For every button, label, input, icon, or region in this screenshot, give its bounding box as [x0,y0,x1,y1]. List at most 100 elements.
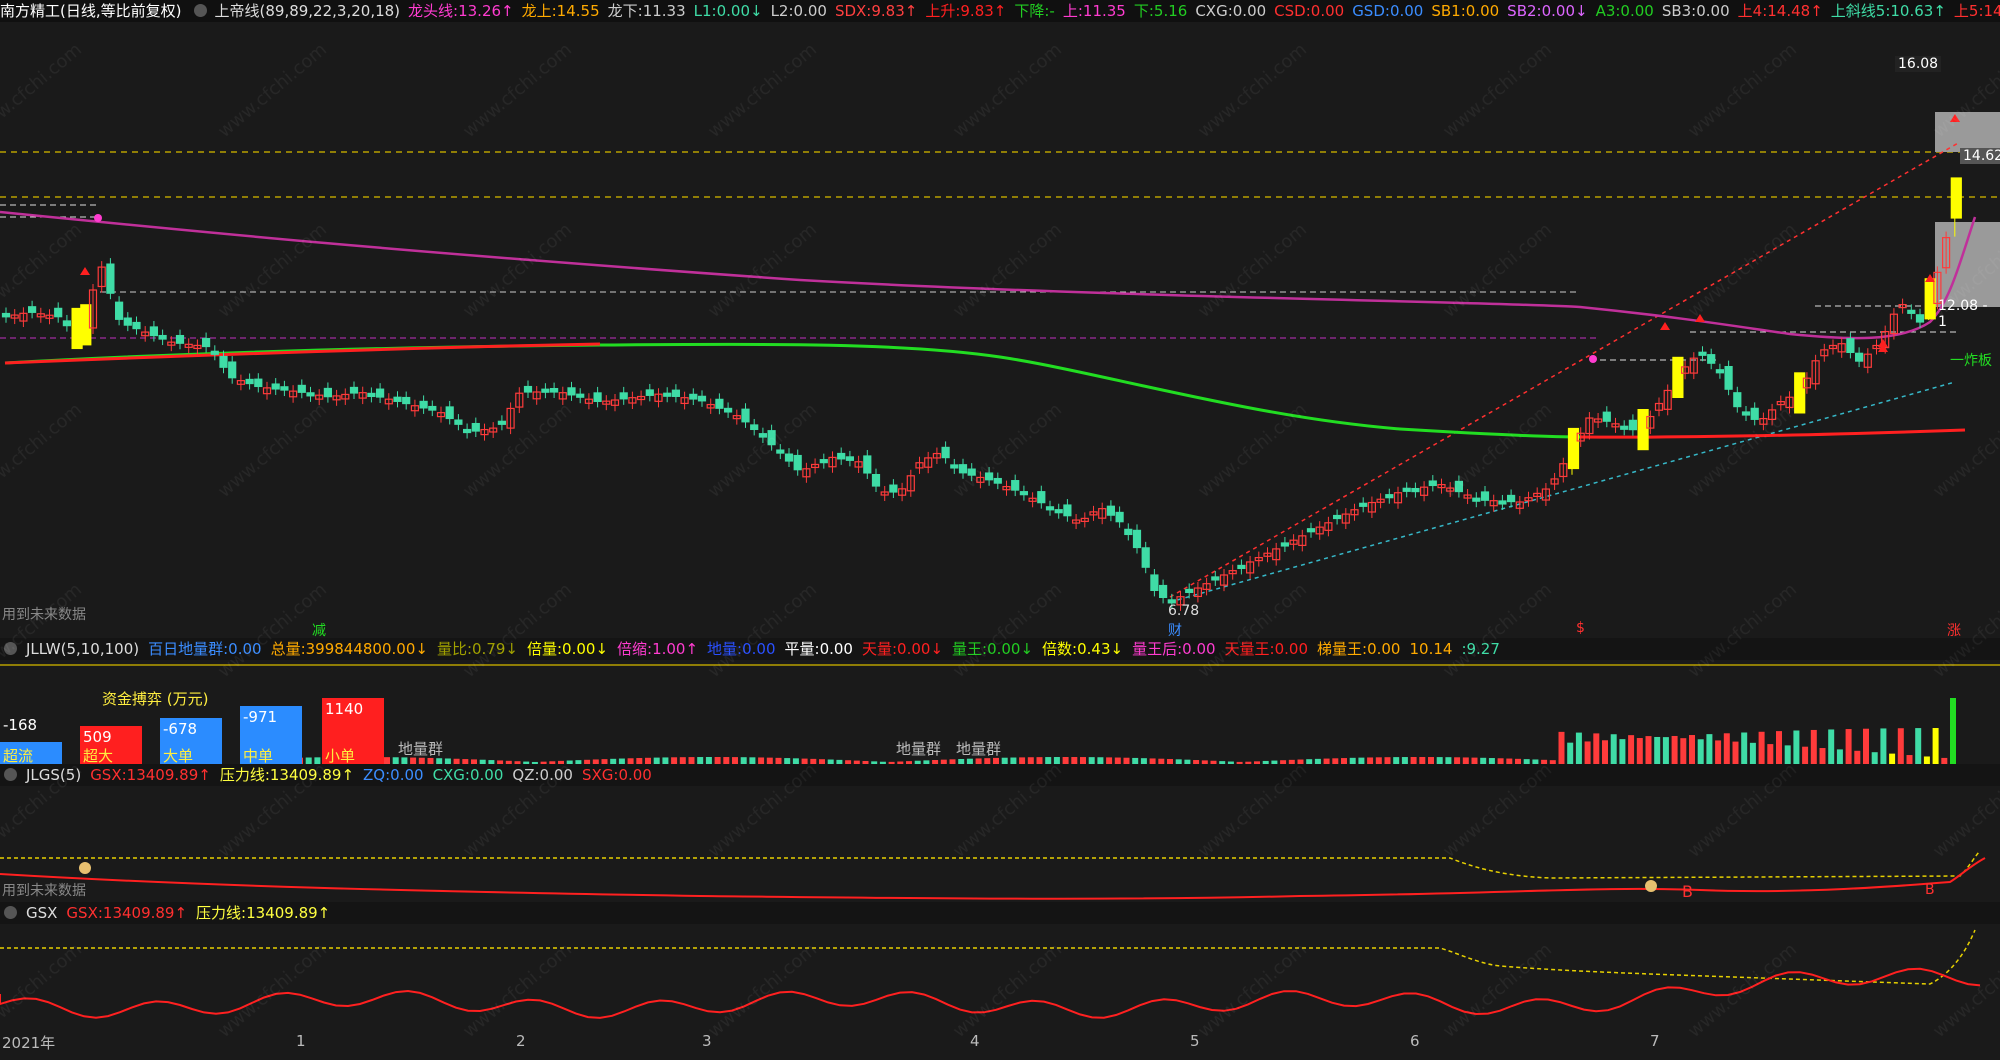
volume-bar [1036,757,1043,764]
title_bar-item-value: 0.00↓ [1541,2,1588,20]
pressure-line [0,929,1976,985]
volume-bar [1819,748,1826,764]
panel-settings-icon[interactable] [4,642,17,655]
candle-body [1733,392,1742,408]
sign-zhang: 涨 [1947,623,1961,639]
candle-body [1019,491,1029,496]
jlgs-chart[interactable] [0,786,2000,902]
title_bar-item-value: 0.00 [1465,2,1500,20]
chart-title-bar: 南方精工(日线,等比前复权) 上帝线(89,89,22,3,20,18) 龙头线:1… [0,0,2000,22]
volume_panel-item: 量王: [952,640,988,658]
volume_panel-item-value: 10.14 [1409,640,1453,658]
jlgs-indicator-name[interactable]: JLGS(5) [26,766,81,784]
panel-settings-icon[interactable] [4,768,17,781]
gsx-chart[interactable] [0,924,2000,1030]
volume-bar [1662,737,1669,764]
stock-name[interactable]: 南方精工 [0,2,60,20]
candle-body [202,337,211,348]
gsx_panel-item-value: 13409.89↑ [102,904,188,922]
fund-value: -168 [3,716,38,734]
volume-bar [1575,732,1582,764]
fund-box-4: 1140 小单 [322,698,384,765]
volume_panel-item: 平量: [784,640,820,658]
candle-body [1628,419,1638,431]
title_bar-item-value: 0.00 [1696,2,1730,20]
candle-body [1950,177,1962,219]
candle-body [1106,505,1116,516]
volume_panel-item-value: 0.00↓ [562,640,609,658]
price-chart[interactable] [0,22,2000,638]
title_bar-item: 上5: [1953,2,1984,20]
volume-bar [1871,752,1878,764]
title_bar-item-value: 14.55 [556,2,600,20]
volume-bar [1558,731,1565,764]
volume-bar [1715,740,1722,764]
title_bar-item: 上4: [1737,2,1768,20]
volume_panel-item: 倍缩: [617,640,653,658]
candle-body [1132,529,1142,549]
panel-settings-icon[interactable] [4,906,17,919]
volume-bar [732,757,738,764]
candle-body [593,392,602,402]
candle-body [663,392,672,397]
time-axis-label: 2021年 [2,1034,56,1052]
candle-body [271,383,280,390]
volume-panel-header: JLLW(5,10,100) 百日地量群:0.00 总量:399844800.00↓… [0,638,2000,660]
candle-body [1,312,11,318]
candle-body [967,468,976,476]
volume-bar [1062,757,1069,764]
candle-body [1672,356,1684,398]
jlgs_panel-item-value: 0.00 [618,766,652,784]
volume-bar [1749,742,1756,764]
title_bar-item: GSD: [1352,2,1390,20]
volume_panel-item-value: 0.00 [1367,640,1401,658]
volume-bar [1680,738,1687,764]
volume_panel-item: 倍数: [1042,640,1078,658]
candle-body [819,459,828,464]
candle-body [419,400,428,409]
candle-body [219,355,228,368]
volume-indicator-name[interactable]: JLLW(5,10,100) [26,640,139,658]
candle-body [689,393,698,400]
price-label-mid: 12.08 - 1 [1938,298,1988,330]
candle-body [941,446,950,459]
time-axis-label: 7 [1650,1032,1660,1050]
indicator-name[interactable]: 上帝线(89,89,22,3,20,18) [215,2,401,20]
title_bar-item-value: 9.83↑ [871,2,918,20]
candle-body [367,392,376,398]
volume_panel-item-value: 0.43↓ [1077,640,1124,658]
candle-body [871,473,881,487]
jlgs_panel-item: CXG: [432,766,470,784]
candle-body [1715,369,1725,374]
candle-body [402,396,411,405]
volume-tag: 地量群 [398,740,444,758]
title_bar-item: SDX: [834,2,872,20]
volume_panel-item-value: 0.00 [1274,640,1309,658]
price-zone-box [1935,112,2000,152]
volume-bar [740,757,747,764]
volume_panel-item-value: 0.79↓ [472,640,518,658]
volume_panel-item: 量比: [436,640,473,658]
volume-bar [1741,732,1748,764]
volume-bar [1584,741,1591,764]
candle-body [1011,480,1020,491]
title_bar-item: 下: [1133,2,1154,20]
indicator-settings-icon[interactable] [193,4,207,17]
candle-body [114,301,124,320]
jlgs-values: GSX:13409.89↑ 压力线:13409.89↑ ZQ:0.00 CXG:0.0… [90,766,661,784]
candle-body [306,392,315,397]
candle-body [280,386,289,391]
title_bar-item-value: 0.00↓ [716,2,763,20]
sign-cai: 财 [1168,623,1182,639]
jlgs-panel-header: JLGS(5) GSX:13409.89↑ 压力线:13409.89↑ ZQ:0.00… [0,764,2000,786]
chart-mode: (日线,等比前复权) [60,2,182,20]
candle-body [1280,542,1290,547]
volume-tag: 地量群 [896,740,942,758]
time-axis-label: 5 [1190,1032,1200,1050]
candle-body [1707,354,1716,364]
volume-bar [1776,731,1782,764]
candle-body [245,378,254,385]
volume_panel-item-value: 0.00 [819,640,853,658]
volume-bar [1088,757,1095,764]
gsx-indicator-name[interactable]: GSX [26,904,57,922]
